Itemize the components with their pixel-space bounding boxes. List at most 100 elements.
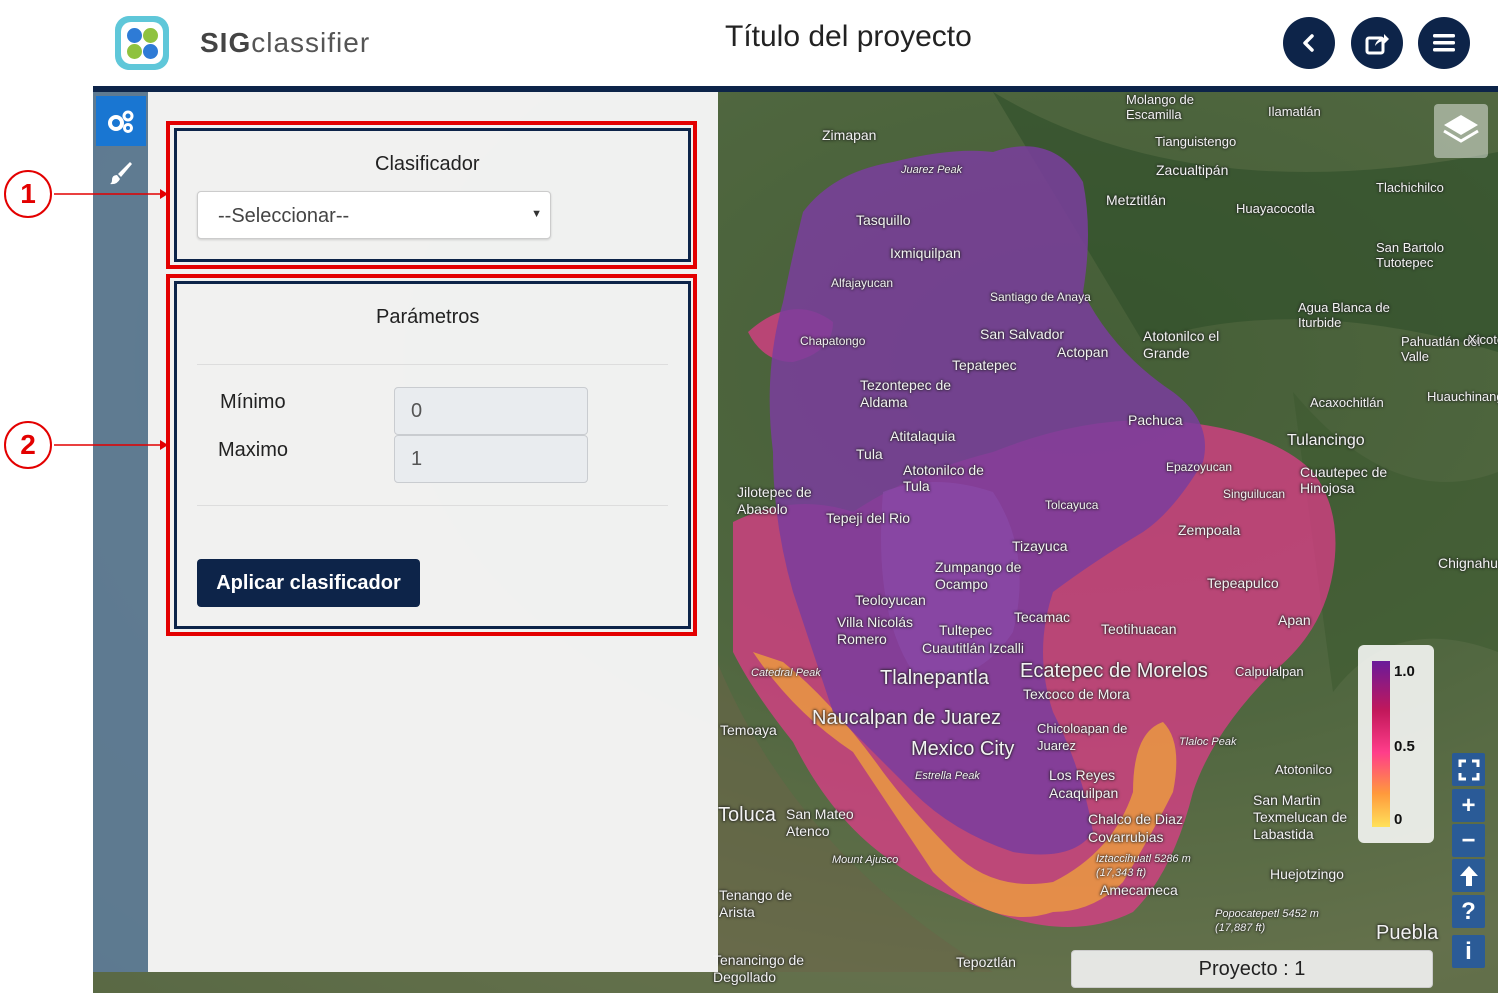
- apply-classifier-button[interactable]: Aplicar clasificador: [197, 559, 420, 607]
- callout-1: 1: [4, 170, 52, 218]
- max-label: Maximo: [218, 439, 289, 461]
- map-label: Tlachichilco: [1376, 180, 1444, 195]
- map-label: Tenancingo de Degollado: [713, 952, 805, 985]
- min-input[interactable]: 0: [394, 387, 588, 435]
- map-label: Tenango de Arista: [719, 887, 793, 920]
- map-label: Atotonilco: [1275, 762, 1333, 777]
- map-label: Tianguistengo: [1155, 134, 1237, 149]
- callout-arrows: [54, 189, 168, 450]
- legend-mid-label: 0.5: [1394, 738, 1415, 755]
- map-label: Chicoloapan de Juarez: [1037, 721, 1128, 753]
- fullscreen-icon: [1458, 759, 1479, 780]
- map-label: Actopan: [1057, 344, 1109, 360]
- map-label: Iztaccihuatl 5286 m (17,343 ft): [1096, 853, 1191, 879]
- back-button[interactable]: [1283, 17, 1335, 69]
- map-label: Apan: [1278, 612, 1311, 628]
- map-label: Singuilucan: [1223, 487, 1286, 501]
- divider: [197, 364, 668, 365]
- map-label: Atotonilco el Grande: [1143, 328, 1220, 361]
- legend-min-label: 0: [1394, 811, 1403, 828]
- map-label: Toluca: [718, 804, 776, 826]
- map-label: Mexico City: [911, 738, 1015, 760]
- map-label: Puebla: [1376, 922, 1439, 944]
- map-label: Zacualtipán: [1156, 162, 1229, 178]
- map-label: Teoloyucan: [855, 592, 926, 608]
- app-page: SIGclassifier Título del proyecto Zimapa…: [0, 0, 1498, 993]
- reset-north-button[interactable]: [1452, 859, 1485, 892]
- help-button[interactable]: ?: [1452, 895, 1485, 928]
- map-label: San Salvador: [980, 326, 1065, 342]
- max-input[interactable]: 1: [394, 435, 588, 483]
- map-label: Huauchinango: [1427, 389, 1498, 404]
- map-label: Texcoco de Mora: [1023, 686, 1130, 702]
- map-label: Atitalaquia: [890, 428, 956, 444]
- map-label: Tolcayuca: [1045, 498, 1099, 512]
- map-label: Tula: [856, 446, 883, 462]
- menu-icon: [1433, 34, 1455, 52]
- map-label: San Bartolo Tutotepec: [1376, 240, 1444, 270]
- info-icon: i: [1465, 937, 1472, 965]
- map-label: Ixmiquilpan: [890, 245, 961, 261]
- map-label: Mount Ajusco: [832, 854, 899, 866]
- map-label: Chapatongo: [800, 334, 866, 348]
- back-icon: [1303, 34, 1314, 52]
- map-label: Naucalpan de Juarez: [812, 707, 1002, 729]
- map-label: Pachuca: [1128, 412, 1183, 428]
- map-label: Agua Blanca de Iturbide: [1298, 300, 1390, 330]
- map-label: Tultepec: [939, 622, 993, 638]
- share-button[interactable]: [1351, 17, 1403, 69]
- map-label: Epazoyucan: [1166, 460, 1233, 474]
- map-label: Juarez Peak: [901, 164, 963, 176]
- map-label: Zumpango de Ocampo: [935, 559, 1022, 592]
- map-label: Tecamac: [1014, 609, 1071, 625]
- map-label: Popocatepetl 5452 m (17,887 ft): [1215, 908, 1319, 934]
- map-label: Cuautitlán Izcalli: [922, 640, 1024, 656]
- zoom-out-icon: −: [1461, 826, 1476, 854]
- min-label: Mínimo: [220, 391, 286, 413]
- zoom-out-button[interactable]: −: [1452, 824, 1485, 857]
- map-label: Molango de Escamilla: [1126, 92, 1194, 122]
- map-label: Xicotepec: [1468, 332, 1498, 347]
- map-label: Estrella Peak: [915, 770, 980, 782]
- layers-icon: [1443, 115, 1479, 143]
- zoom-in-button[interactable]: +: [1452, 789, 1485, 822]
- map-label: Tepatepec: [952, 357, 1017, 373]
- map-legend: 1.0 0.5 0: [1358, 645, 1434, 843]
- map-label: Tepeapulco: [1207, 575, 1279, 591]
- map-label: Tepoztlán: [956, 954, 1016, 970]
- map-label: Tasquillo: [856, 212, 911, 228]
- chevron-down-icon: ▼: [531, 208, 542, 220]
- map-label: Zimapan: [822, 127, 877, 143]
- app-header: SIGclassifier Título del proyecto: [93, 0, 1498, 88]
- map-label: Tlaloc Peak: [1179, 736, 1237, 748]
- map-label: Ecatepec de Morelos: [1020, 660, 1208, 682]
- classifier-select[interactable]: --Seleccionar-- ▼: [197, 191, 551, 239]
- map-label: Los Reyes Acaquilpan: [1049, 767, 1119, 801]
- map-label: Tlalnepantla: [880, 667, 989, 689]
- map-label: Calpulalpan: [1235, 664, 1304, 679]
- map-label: Santiago de Anaya: [990, 290, 1091, 304]
- map-label: Amecameca: [1100, 882, 1178, 898]
- map-label: Tizayuca: [1012, 538, 1068, 554]
- menu-button[interactable]: [1418, 17, 1470, 69]
- map-label: Ilamatlán: [1268, 104, 1321, 119]
- fullscreen-button[interactable]: [1452, 753, 1485, 786]
- legend-max-label: 1.0: [1394, 663, 1415, 680]
- map-label: Metztitlán: [1106, 192, 1166, 208]
- info-button[interactable]: i: [1452, 935, 1485, 968]
- map-label: Acaxochitlán: [1310, 395, 1384, 410]
- map-label: Chignahuapan: [1438, 555, 1498, 571]
- map-label: Huejotzingo: [1270, 866, 1344, 882]
- project-title: Título del proyecto: [725, 20, 972, 53]
- map-label: Tepeji del Rio: [826, 510, 911, 526]
- map-label: Chalco de Diaz Covarrubias: [1088, 811, 1183, 845]
- divider: [197, 505, 668, 506]
- map-label: Tulancingo: [1287, 432, 1365, 449]
- layers-button[interactable]: [1434, 104, 1488, 158]
- parameters-title: Parámetros: [376, 306, 480, 328]
- map-label: Temoaya: [720, 722, 777, 738]
- map-label: San Martin Texmelucan de Labastida: [1253, 792, 1348, 842]
- map-label: Alfajayucan: [831, 276, 894, 290]
- map-label: Catedral Peak: [751, 667, 821, 679]
- legend-gradient: [1372, 661, 1390, 827]
